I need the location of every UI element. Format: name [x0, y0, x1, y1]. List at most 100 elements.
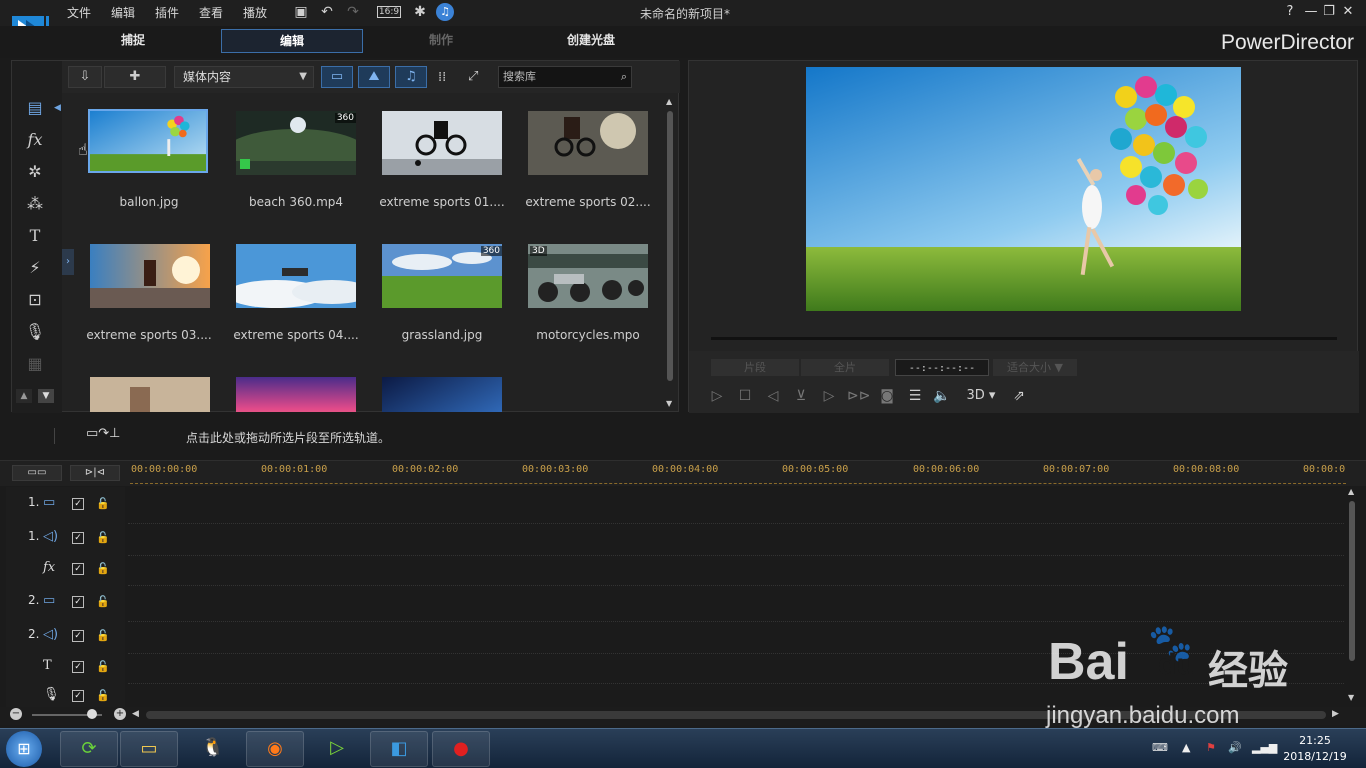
menu-plugins[interactable]: 插件 — [155, 4, 179, 21]
grid-view-icon[interactable]: ⁞⁞ — [438, 70, 446, 85]
scroll-down-icon[interactable]: ▼ — [38, 389, 54, 403]
settings-gear-icon[interactable]: ✱ — [411, 3, 429, 21]
scroll-thumb[interactable] — [1349, 501, 1355, 661]
scroll-left-icon[interactable]: ◀ — [132, 709, 139, 719]
scroll-down-icon[interactable]: ▼ — [666, 399, 672, 408]
timeline-vertical-scrollbar[interactable]: ▲ ▼ — [1346, 487, 1358, 707]
media-thumb-motorcycles[interactable]: 3D — [528, 244, 650, 314]
lock-icon[interactable]: 🔓 — [96, 661, 110, 673]
close-button[interactable]: ✕ — [1340, 4, 1356, 20]
fit-size-dropdown[interactable]: 适合大小 ▼ — [993, 359, 1077, 376]
fast-forward-icon[interactable]: ⊳⊳ — [847, 387, 870, 405]
taskbar-app-qq[interactable]: 🐧 — [184, 731, 242, 767]
preview-seek-bar[interactable] — [711, 337, 1337, 340]
media-room-icon[interactable]: ▤ — [24, 97, 46, 119]
media-thumb-beach-360[interactable]: 360 — [226, 111, 366, 181]
lock-icon[interactable]: 🔓 — [96, 532, 110, 544]
media-thumb-grassland[interactable]: 360 — [382, 244, 504, 314]
scroll-up-icon[interactable]: ▲ — [666, 97, 672, 106]
tab-produce[interactable]: 制作 — [370, 29, 512, 53]
lock-icon[interactable]: 🔓 — [96, 563, 110, 575]
tray-expand-icon[interactable]: ▲ — [1182, 741, 1190, 754]
taskbar-app-firefox[interactable]: ◉ — [246, 731, 304, 767]
filter-video-button[interactable]: ▭ — [321, 66, 353, 88]
taskbar-app-powerdvd[interactable]: ▷ — [308, 731, 366, 767]
media-thumb-extreme-02[interactable] — [528, 111, 650, 181]
menu-view[interactable]: 查看 — [199, 4, 223, 21]
next-frame-icon[interactable]: ▷ — [819, 387, 839, 405]
track-enable-checkbox[interactable]: ✓ — [72, 690, 84, 702]
menu-file[interactable]: 文件 — [67, 4, 91, 21]
lock-icon[interactable]: 🔓 — [96, 596, 110, 608]
insert-to-track-icon[interactable]: ▭↷⊥ — [86, 426, 121, 441]
clip-mode-button[interactable]: 片段 — [711, 359, 799, 376]
previous-frame-icon[interactable]: ◁ — [763, 387, 783, 405]
start-button[interactable]: ⊞ — [6, 731, 42, 767]
play-icon[interactable]: ▷ — [707, 387, 727, 405]
restore-button[interactable]: ❐ — [1321, 4, 1337, 20]
import-media-button[interactable]: ⇩ — [68, 66, 102, 88]
track-manager-button[interactable]: ▭▭ — [12, 465, 62, 481]
filter-audio-button[interactable]: ♫ — [395, 66, 427, 88]
tab-edit[interactable]: 编辑 — [221, 29, 363, 53]
scroll-down-icon[interactable]: ▼ — [1348, 693, 1354, 702]
track-enable-checkbox[interactable]: ✓ — [72, 498, 84, 510]
scroll-up-icon[interactable]: ▲ — [1348, 487, 1354, 496]
taskbar-app-explorer[interactable]: ▭ — [120, 731, 178, 767]
lock-icon[interactable]: 🔓 — [96, 690, 110, 702]
scroll-thumb[interactable] — [667, 111, 673, 381]
volume-icon[interactable]: 🔈 — [932, 387, 952, 405]
title-room-icon[interactable]: T — [24, 225, 46, 247]
expand-panel-icon[interactable]: › — [62, 249, 74, 275]
timecode-display[interactable]: --:--:--:-- — [895, 359, 989, 376]
media-thumb[interactable] — [236, 377, 358, 412]
undo-icon[interactable]: ↶ — [318, 3, 336, 21]
snapshot-icon[interactable]: ◙ — [877, 387, 897, 405]
track-enable-checkbox[interactable]: ✓ — [72, 596, 84, 608]
subtitle-room-icon[interactable]: ⊡ — [24, 289, 46, 311]
menu-edit[interactable]: 编辑 — [111, 4, 135, 21]
content-type-dropdown[interactable]: 媒体内容 ▼ — [174, 66, 314, 88]
media-thumb-ballon[interactable] — [88, 109, 210, 179]
track-enable-checkbox[interactable]: ✓ — [72, 563, 84, 575]
transition-room-icon[interactable]: ⚡ — [24, 257, 46, 279]
media-thumb-extreme-03[interactable] — [90, 244, 212, 314]
taskbar-app-powerdirector[interactable]: ◧ — [370, 731, 428, 767]
scroll-up-icon[interactable]: ▲ — [16, 389, 32, 403]
tab-create-disc[interactable]: 创建光盘 — [520, 29, 662, 53]
notification-icon[interactable]: ♫ — [436, 3, 454, 21]
split-icon[interactable]: ⊻ — [791, 387, 811, 405]
security-icon[interactable]: ⚑ — [1206, 741, 1216, 754]
zoom-out-icon[interactable]: − — [10, 708, 22, 720]
system-clock[interactable]: 21:25 2018/12/19 — [1270, 733, 1360, 765]
media-thumb[interactable] — [382, 377, 504, 412]
minimize-button[interactable]: — — [1303, 4, 1319, 20]
redo-icon[interactable]: ↷ — [344, 3, 362, 21]
tab-capture[interactable]: 捕捉 — [62, 29, 204, 53]
fx-room-icon[interactable]: fx — [24, 129, 46, 151]
volume-icon[interactable]: 🔊 — [1228, 741, 1242, 754]
help-button[interactable]: ? — [1282, 4, 1298, 20]
fit-timeline-button[interactable]: ⊳|⊲ — [70, 465, 120, 481]
library-scrollbar[interactable]: ▲ ▼ — [666, 97, 674, 409]
media-thumb-extreme-01[interactable] — [382, 111, 504, 181]
lock-icon[interactable]: 🔓 — [96, 630, 110, 642]
zoom-in-icon[interactable]: + — [114, 708, 126, 720]
track-enable-checkbox[interactable]: ✓ — [72, 661, 84, 673]
subtitle-icon[interactable]: ☰ — [905, 387, 925, 405]
taskbar-app-recorder[interactable]: ● — [432, 731, 490, 767]
stop-icon[interactable]: ☐ — [735, 387, 755, 405]
track-enable-checkbox[interactable]: ✓ — [72, 532, 84, 544]
movie-mode-button[interactable]: 全片 — [801, 359, 889, 376]
filter-image-button[interactable]: ⛰ — [358, 66, 390, 88]
plugin-button[interactable]: ✚ — [104, 66, 166, 88]
voice-room-icon[interactable]: 🎙 — [24, 321, 46, 343]
media-thumb-extreme-04[interactable] — [226, 244, 372, 314]
zoom-slider-handle[interactable] — [87, 709, 97, 719]
menu-playback[interactable]: 播放 — [243, 4, 267, 21]
timeline-ruler[interactable]: ▭▭ ⊳|⊲ 00:00:00:00 00:00:01:00 00:00:02:… — [0, 460, 1366, 486]
library-search-input[interactable]: 搜索库 ⌕ — [498, 66, 632, 88]
taskbar-app-sync[interactable]: ⟳ — [60, 731, 118, 767]
track-enable-checkbox[interactable]: ✓ — [72, 630, 84, 642]
3d-mode-toggle[interactable]: 3D ▾ — [961, 387, 1001, 405]
